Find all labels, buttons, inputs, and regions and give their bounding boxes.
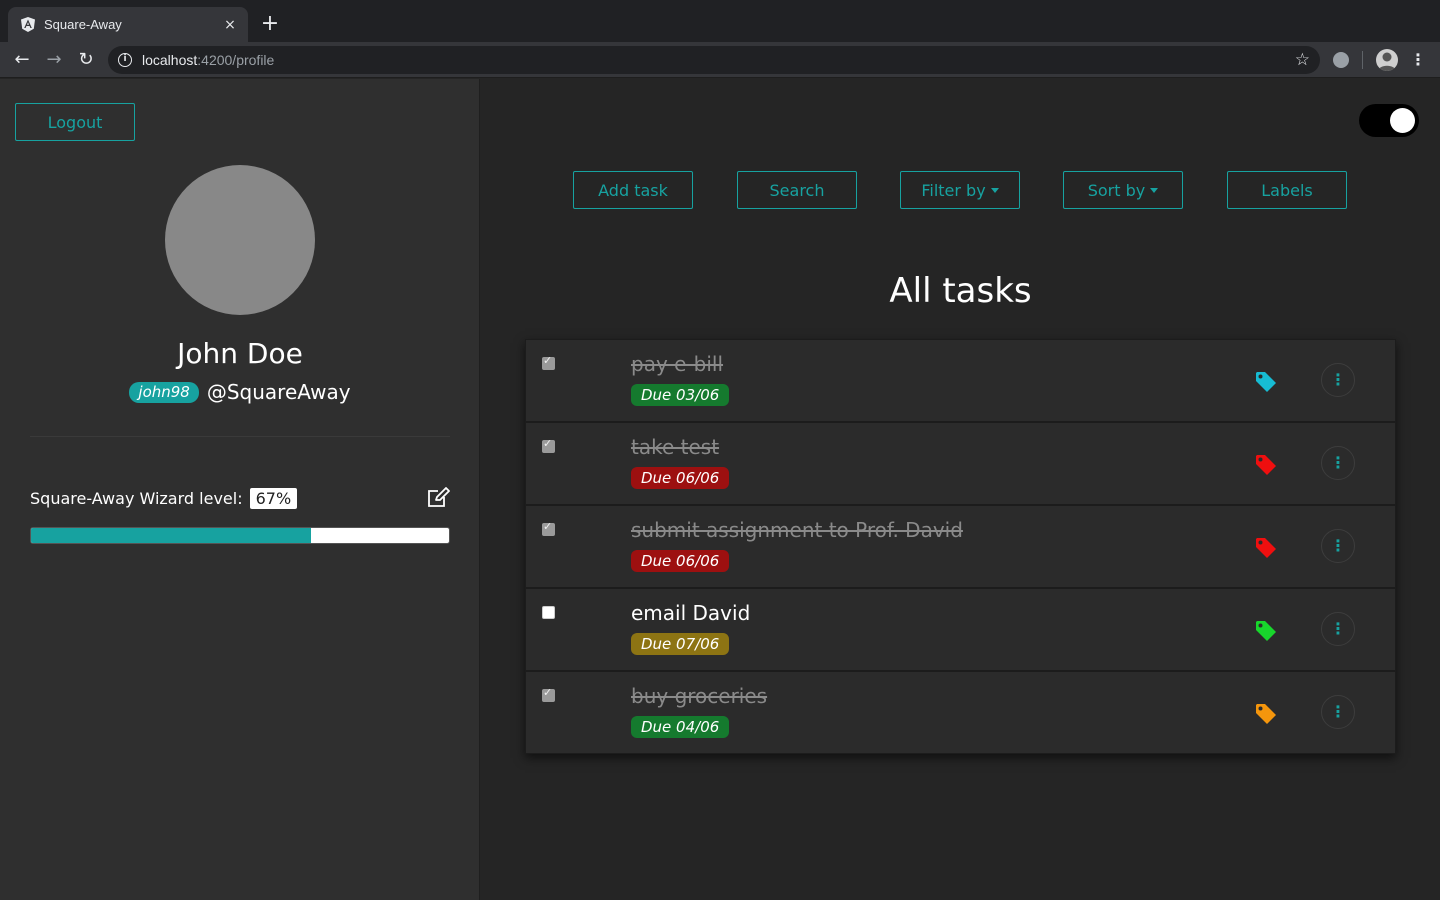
tag-icon[interactable] — [1254, 453, 1278, 477]
handle-row: john98 @SquareAway — [0, 380, 480, 404]
username-badge: john98 — [129, 381, 199, 403]
due-badge: Due 04/06 — [631, 716, 730, 738]
sort-by-label: Sort by — [1087, 180, 1146, 200]
edit-icon[interactable] — [427, 487, 451, 509]
theme-toggle[interactable] — [1359, 104, 1419, 137]
toggle-knob — [1390, 108, 1415, 133]
due-badge: Due 06/06 — [631, 550, 730, 572]
main-panel: Add task Search Filter by Sort by Labels… — [481, 79, 1440, 900]
caret-down-icon — [1150, 187, 1159, 193]
extension-icon[interactable] — [1333, 52, 1349, 68]
more-options-button[interactable]: ⋮ — [1321, 446, 1355, 480]
reload-icon[interactable]: ↻ — [74, 49, 98, 71]
section-title: All tasks — [889, 271, 1032, 311]
toolbar-separator — [1362, 51, 1363, 69]
more-vertical-icon: ⋮ — [1330, 619, 1346, 638]
task-row[interactable]: pay e-bill Due 03/06 ⋮ — [525, 339, 1396, 422]
labels-button[interactable]: Labels — [1227, 171, 1347, 209]
bookmark-star-icon[interactable]: ☆ — [1295, 50, 1310, 70]
more-options-button[interactable]: ⋮ — [1321, 363, 1355, 397]
task-list: pay e-bill Due 03/06 ⋮ take test Due 06/… — [525, 339, 1396, 754]
task-checkbox[interactable] — [542, 520, 555, 536]
level-progress-bar — [30, 527, 450, 544]
task-checkbox[interactable] — [542, 354, 555, 370]
browser-menu-icon[interactable]: ⋮ — [1410, 50, 1426, 70]
task-title: email David — [631, 601, 751, 625]
task-row[interactable]: take test Due 06/06 ⋮ — [525, 422, 1396, 505]
more-vertical-icon: ⋮ — [1330, 536, 1346, 555]
tab-title: Square-Away — [44, 17, 122, 32]
task-checkbox[interactable] — [542, 686, 555, 702]
more-vertical-icon: ⋮ — [1330, 702, 1346, 721]
level-progress-fill — [31, 528, 312, 543]
filter-by-button[interactable]: Filter by — [900, 171, 1020, 209]
more-vertical-icon: ⋮ — [1330, 453, 1346, 472]
task-title: submit assignment to Prof. David — [631, 518, 963, 542]
more-vertical-icon: ⋮ — [1330, 370, 1346, 389]
url-host: localhost — [142, 52, 198, 68]
search-button[interactable]: Search — [737, 171, 857, 209]
handle-text: @SquareAway — [206, 380, 351, 404]
tag-icon[interactable] — [1254, 702, 1278, 726]
task-title: take test — [631, 435, 720, 459]
due-badge: Due 03/06 — [631, 384, 730, 406]
site-info-icon[interactable]: i — [118, 53, 132, 67]
tag-icon[interactable] — [1254, 619, 1278, 643]
more-options-button[interactable]: ⋮ — [1321, 695, 1355, 729]
level-label-text: Square-Away Wizard level: — [30, 489, 243, 508]
task-title: pay e-bill — [631, 352, 724, 376]
divider — [30, 436, 450, 437]
due-badge: Due 07/06 — [631, 633, 730, 655]
avatar — [165, 165, 315, 315]
browser-tab-bar: Square-Away × + — [0, 0, 1440, 42]
forward-icon[interactable]: → — [42, 49, 66, 71]
task-row[interactable]: buy groceries Due 04/06 ⋮ — [525, 671, 1396, 754]
level-percent: 67% — [249, 488, 298, 509]
logout-button[interactable]: Logout — [15, 103, 135, 141]
more-options-button[interactable]: ⋮ — [1321, 529, 1355, 563]
angular-icon — [20, 17, 36, 33]
new-tab-button[interactable]: + — [258, 12, 282, 36]
caret-down-icon — [990, 187, 999, 193]
task-title: buy groceries — [631, 684, 768, 708]
task-row[interactable]: email David Due 07/06 ⋮ — [525, 588, 1396, 671]
sort-by-button[interactable]: Sort by — [1063, 171, 1183, 209]
browser-toolbar: ← → ↻ i localhost:4200/profile ☆ — [0, 42, 1440, 78]
add-task-button[interactable]: Add task — [573, 171, 693, 209]
close-tab-icon[interactable]: × — [222, 17, 238, 33]
more-options-button[interactable]: ⋮ — [1321, 612, 1355, 646]
level-label: Square-Away Wizard level: 67% — [30, 488, 298, 509]
address-bar[interactable]: i localhost:4200/profile ☆ — [108, 46, 1320, 74]
back-icon[interactable]: ← — [10, 49, 34, 71]
profile-sidebar: Logout John Doe john98 @SquareAway Squar… — [0, 79, 480, 900]
task-checkbox[interactable] — [542, 437, 555, 453]
browser-tab[interactable]: Square-Away × — [8, 7, 248, 42]
user-name: John Doe — [177, 337, 303, 370]
due-badge: Due 06/06 — [631, 467, 730, 489]
task-checkbox[interactable] — [542, 606, 555, 619]
task-row[interactable]: submit assignment to Prof. David Due 06/… — [525, 505, 1396, 588]
url-path: :4200/profile — [197, 52, 275, 68]
browser-profile-avatar[interactable] — [1376, 49, 1398, 71]
tag-icon[interactable] — [1254, 536, 1278, 560]
filter-by-label: Filter by — [921, 180, 986, 200]
tag-icon[interactable] — [1254, 370, 1278, 394]
